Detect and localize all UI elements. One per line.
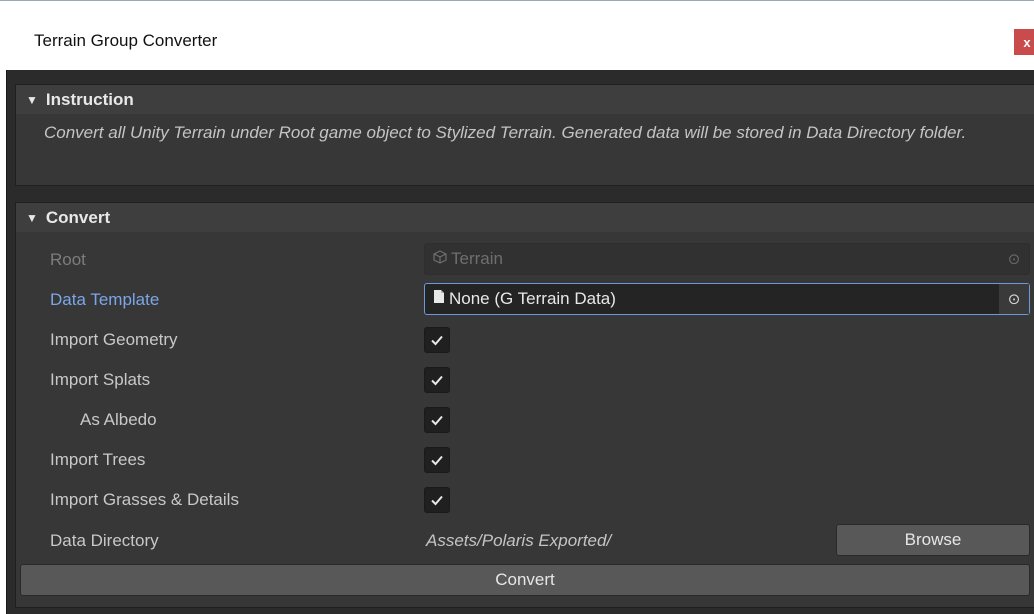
foldout-triangle-icon: ▼ [26, 210, 38, 225]
instruction-foldout-header[interactable]: ▼ Instruction [15, 84, 1034, 114]
convert-button[interactable]: Convert [20, 564, 1030, 596]
object-picker-icon: ⊙ [1007, 251, 1021, 268]
import-trees-checkbox[interactable] [424, 447, 450, 473]
title-bar: Terrain Group Converter x [0, 0, 1034, 70]
import-geometry-checkbox[interactable] [424, 327, 450, 353]
root-field: Terrain ⊙ [424, 243, 1030, 275]
root-value: Terrain [451, 249, 503, 268]
import-splats-label: Import Splats [50, 370, 151, 389]
import-grasses-label: Import Grasses & Details [50, 490, 239, 509]
checkmark-icon [431, 415, 443, 426]
foldout-triangle-icon: ▼ [26, 92, 38, 107]
as-albedo-label: As Albedo [80, 410, 157, 429]
close-button[interactable]: x [1014, 29, 1034, 55]
document-icon [433, 289, 445, 309]
checkmark-icon [431, 375, 443, 386]
window-title: Terrain Group Converter [34, 31, 218, 50]
data-directory-path: Assets/Polaris Exported/ [426, 531, 612, 550]
browse-button[interactable]: Browse [836, 524, 1030, 556]
as-albedo-checkbox[interactable] [424, 407, 450, 433]
object-picker-button[interactable]: ⊙ [999, 284, 1029, 314]
import-grasses-checkbox[interactable] [424, 487, 450, 513]
instruction-text: Convert all Unity Terrain under Root gam… [44, 123, 967, 142]
convert-foldout-header[interactable]: ▼ Convert [15, 202, 1034, 232]
instruction-header-label: Instruction [45, 89, 134, 109]
import-geometry-label: Import Geometry [50, 330, 178, 349]
data-template-label: Data Template [50, 290, 160, 309]
convert-header-label: Convert [45, 207, 111, 227]
checkmark-icon [431, 455, 443, 466]
import-trees-label: Import Trees [50, 450, 146, 469]
root-label: Root [50, 250, 86, 269]
data-template-value: None (G Terrain Data) [449, 289, 616, 308]
data-directory-label: Data Directory [50, 531, 159, 550]
data-template-field[interactable]: None (G Terrain Data) ⊙ [424, 283, 1030, 315]
checkmark-icon [431, 495, 443, 506]
close-icon: x [1023, 34, 1031, 50]
checkmark-icon [431, 335, 443, 346]
import-splats-checkbox[interactable] [424, 367, 450, 393]
gameobject-icon [433, 249, 447, 269]
